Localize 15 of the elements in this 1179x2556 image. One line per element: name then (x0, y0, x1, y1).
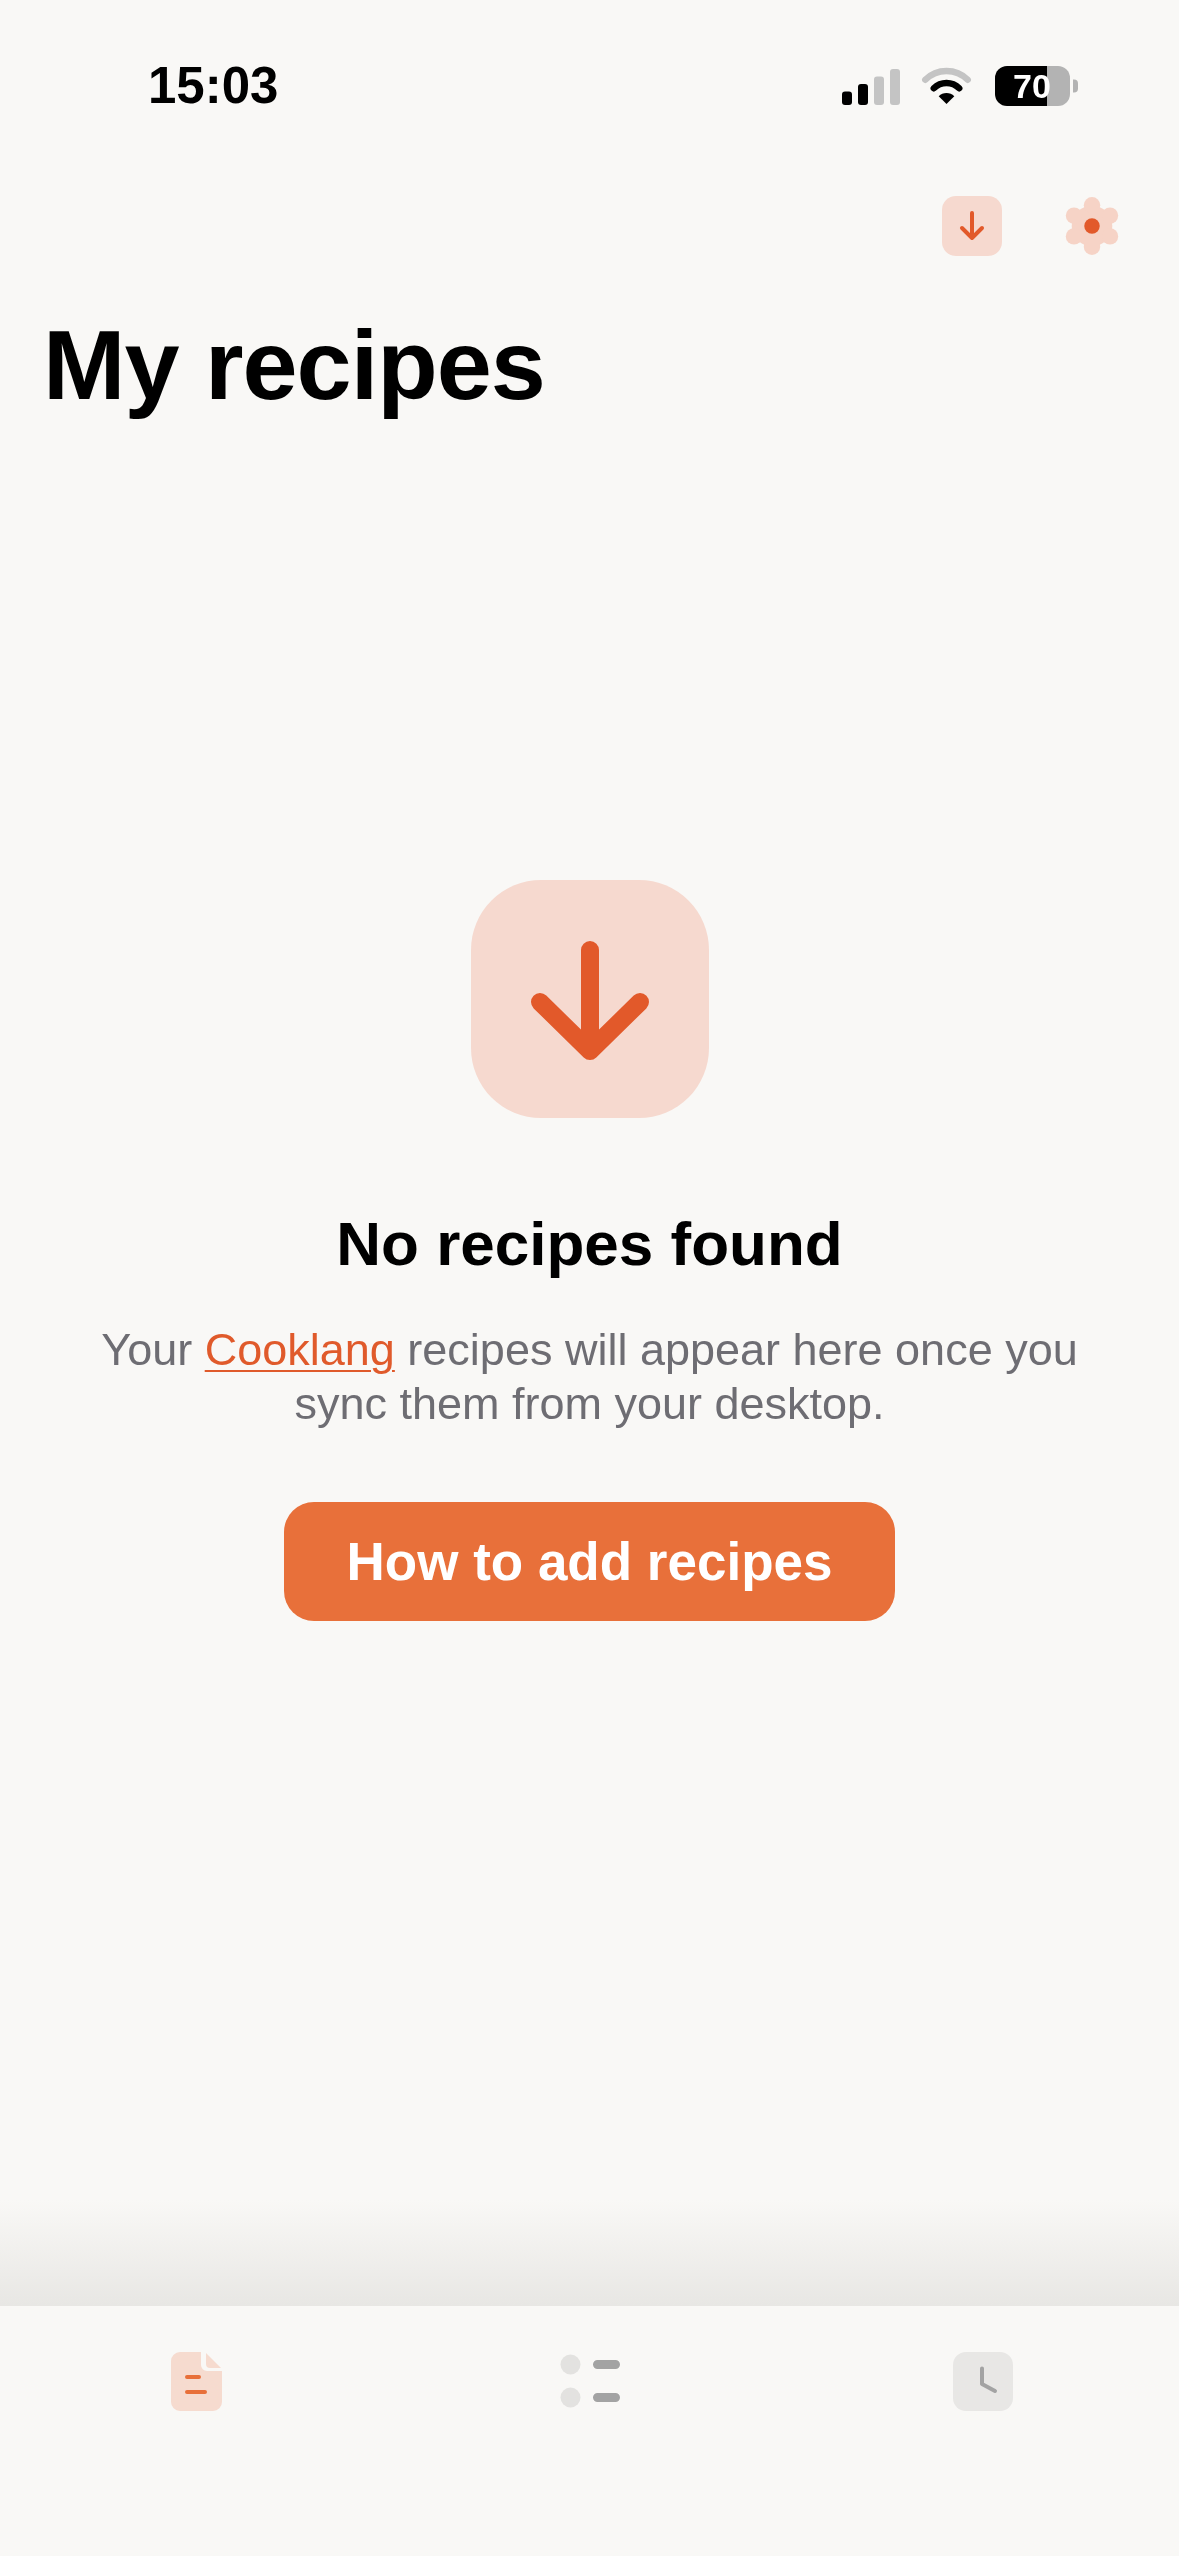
clock-icon[interactable] (952, 2351, 1013, 2411)
empty-state-message: Your Cooklang recipes will appear here once you sync them from your desktop. (100, 1323, 1079, 1431)
cooklang-link[interactable]: Cooklang (204, 1324, 395, 1375)
settings-icon[interactable] (1063, 196, 1121, 256)
page-title: My recipes (43, 308, 545, 422)
empty-state-title: No recipes found (336, 1208, 843, 1280)
document-icon[interactable] (171, 2351, 222, 2411)
download-icon (470, 880, 709, 1118)
arrow-down-icon (957, 211, 987, 241)
signal-icon (842, 69, 900, 105)
download-button[interactable] (942, 196, 1002, 256)
how-to-add-recipes-button[interactable]: How to add recipes (283, 1502, 896, 1621)
status-time: 15:03 (148, 56, 279, 116)
wifi-icon (921, 67, 972, 105)
list-icon[interactable] (559, 2354, 620, 2408)
